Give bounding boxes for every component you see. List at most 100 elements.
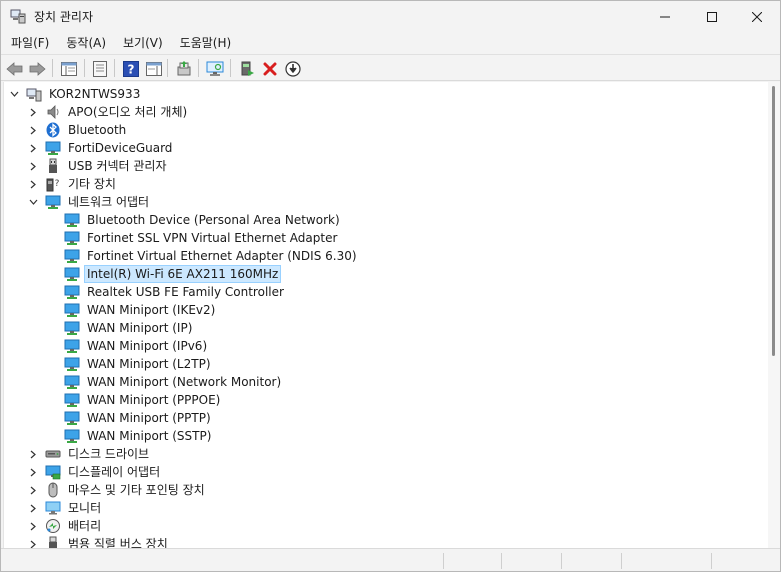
help-button[interactable]: ? bbox=[120, 58, 142, 79]
device-tree[interactable]: KOR2NTWS933 APO(오디오 처리 개체) Bluetooth For… bbox=[3, 82, 768, 548]
window-title: 장치 관리자 bbox=[34, 10, 94, 24]
scan-hardware-icon bbox=[206, 61, 224, 76]
chevron-right-icon[interactable] bbox=[27, 157, 39, 175]
network-adapter-item[interactable]: WAN Miniport (IKEv2) bbox=[64, 301, 217, 319]
network-adapter-item-selected[interactable]: Intel(R) Wi-Fi 6E AX211 160MHz bbox=[64, 265, 282, 283]
category-display-adapters[interactable]: 디스플레이 어댑터 bbox=[27, 463, 162, 481]
device-label: WAN Miniport (Network Monitor) bbox=[87, 375, 282, 389]
network-adapter-icon bbox=[64, 230, 80, 246]
device-label: WAN Miniport (SSTP) bbox=[87, 429, 212, 443]
device-manager-window: 장치 관리자 파일(F) 동작(A) 보기(V) 도움말(H) ? KOR2NT… bbox=[0, 0, 781, 572]
uninstall-device-button[interactable] bbox=[259, 58, 281, 79]
category-bluetooth[interactable]: Bluetooth bbox=[27, 121, 128, 139]
device-label: Realtek USB FE Family Controller bbox=[87, 285, 284, 299]
device-label: Fortinet Virtual Ethernet Adapter (NDIS … bbox=[87, 249, 357, 263]
category-batteries[interactable]: 배터리 bbox=[27, 517, 103, 535]
properties-icon bbox=[93, 60, 107, 77]
tree-root[interactable]: KOR2NTWS933 bbox=[8, 85, 142, 103]
close-button[interactable] bbox=[734, 1, 780, 32]
minimize-button[interactable] bbox=[642, 1, 688, 32]
computer-icon bbox=[26, 86, 42, 102]
category-fortideviceguard[interactable]: FortiDeviceGuard bbox=[27, 139, 174, 157]
chevron-down-icon[interactable] bbox=[27, 193, 39, 211]
device-label: Fortinet SSL VPN Virtual Ethernet Adapte… bbox=[87, 231, 338, 245]
help-icon: ? bbox=[123, 60, 139, 77]
network-adapter-item[interactable]: Bluetooth Device (Personal Area Network) bbox=[64, 211, 342, 229]
maximize-button[interactable] bbox=[689, 1, 735, 32]
svg-text:?: ? bbox=[128, 62, 135, 76]
chevron-right-icon[interactable] bbox=[27, 445, 39, 463]
forward-button[interactable] bbox=[26, 58, 48, 79]
network-adapter-item[interactable]: Fortinet SSL VPN Virtual Ethernet Adapte… bbox=[64, 229, 339, 247]
network-adapter-item[interactable]: WAN Miniport (PPPOE) bbox=[64, 391, 222, 409]
chevron-right-icon[interactable] bbox=[27, 481, 39, 499]
update-driver-icon bbox=[177, 60, 191, 75]
update-driver-button[interactable] bbox=[173, 58, 195, 79]
category-label: Bluetooth bbox=[68, 123, 127, 137]
toolbar-separator bbox=[114, 59, 115, 77]
network-adapter-item[interactable]: Fortinet Virtual Ethernet Adapter (NDIS … bbox=[64, 247, 359, 265]
network-adapter-icon bbox=[64, 284, 80, 300]
chevron-right-icon[interactable] bbox=[27, 103, 39, 121]
back-arrow-icon bbox=[6, 61, 23, 76]
category-monitors[interactable]: 모니터 bbox=[27, 499, 103, 517]
show-hide-console-tree-button[interactable] bbox=[58, 58, 80, 79]
unknown-device-icon: ? bbox=[45, 176, 61, 192]
network-adapter-item[interactable]: WAN Miniport (IPv6) bbox=[64, 337, 209, 355]
status-divider bbox=[711, 553, 712, 569]
category-apo[interactable]: APO(오디오 처리 개체) bbox=[27, 103, 189, 121]
device-label: WAN Miniport (IKEv2) bbox=[87, 303, 216, 317]
title-bar[interactable]: 장치 관리자 bbox=[1, 1, 780, 32]
chevron-right-icon[interactable] bbox=[27, 517, 39, 535]
network-adapter-item[interactable]: WAN Miniport (PPTP) bbox=[64, 409, 213, 427]
usb-icon bbox=[45, 158, 61, 174]
network-adapter-item[interactable]: WAN Miniport (SSTP) bbox=[64, 427, 213, 445]
uninstall-device-icon bbox=[263, 62, 277, 75]
scan-hardware-button[interactable] bbox=[204, 58, 226, 79]
menu-view[interactable]: 보기(V) bbox=[117, 32, 169, 54]
svg-text:?: ? bbox=[55, 179, 60, 189]
speaker-icon bbox=[45, 104, 61, 120]
category-label: 디스플레이 어댑터 bbox=[68, 465, 161, 479]
category-usb-devices[interactable]: 범용 직렬 버스 장치 bbox=[27, 535, 170, 548]
device-label: WAN Miniport (PPPOE) bbox=[87, 393, 221, 407]
enable-device-button[interactable] bbox=[236, 58, 258, 79]
category-usb-connector-manager[interactable]: USB 커넥터 관리자 bbox=[27, 157, 169, 175]
action-pane-button[interactable] bbox=[143, 58, 165, 79]
menu-help[interactable]: 도움말(H) bbox=[174, 32, 238, 54]
network-adapter-item[interactable]: WAN Miniport (IP) bbox=[64, 319, 194, 337]
vertical-scrollbar[interactable] bbox=[768, 82, 780, 548]
device-label: Intel(R) Wi-Fi 6E AX211 160MHz bbox=[83, 265, 282, 283]
network-adapter-item[interactable]: WAN Miniport (Network Monitor) bbox=[64, 373, 283, 391]
monitor-icon bbox=[45, 500, 61, 516]
maximize-icon bbox=[707, 11, 717, 22]
download-driver-button[interactable] bbox=[282, 58, 304, 79]
toolbar-separator bbox=[230, 59, 231, 77]
menu-file[interactable]: 파일(F) bbox=[5, 32, 55, 54]
category-label: 마우스 및 기타 포인팅 장치 bbox=[68, 483, 205, 497]
network-adapter-icon bbox=[64, 356, 80, 372]
properties-button[interactable] bbox=[89, 58, 111, 79]
chevron-right-icon[interactable] bbox=[27, 175, 39, 193]
category-label: 범용 직렬 버스 장치 bbox=[68, 537, 168, 548]
chevron-right-icon[interactable] bbox=[27, 463, 39, 481]
chevron-right-icon[interactable] bbox=[27, 499, 39, 517]
category-label: 모니터 bbox=[68, 501, 102, 515]
back-button[interactable] bbox=[4, 58, 26, 79]
chevron-right-icon[interactable] bbox=[27, 139, 39, 157]
chevron-down-icon[interactable] bbox=[8, 85, 20, 103]
disk-drive-icon bbox=[45, 446, 61, 462]
battery-icon bbox=[45, 518, 61, 534]
menu-action[interactable]: 동작(A) bbox=[60, 32, 112, 54]
network-adapter-item[interactable]: WAN Miniport (L2TP) bbox=[64, 355, 213, 373]
chevron-right-icon[interactable] bbox=[27, 121, 39, 139]
scrollbar-thumb[interactable] bbox=[772, 86, 775, 356]
category-disk-drives[interactable]: 디스크 드라이브 bbox=[27, 445, 151, 463]
category-label: FortiDeviceGuard bbox=[68, 141, 173, 155]
category-network-adapters[interactable]: 네트워크 어댑터 bbox=[27, 193, 151, 211]
category-other-devices[interactable]: ? 기타 장치 bbox=[27, 175, 118, 193]
category-mice[interactable]: 마우스 및 기타 포인팅 장치 bbox=[27, 481, 207, 499]
network-adapter-icon bbox=[64, 320, 80, 336]
network-adapter-item[interactable]: Realtek USB FE Family Controller bbox=[64, 283, 286, 301]
chevron-right-icon[interactable] bbox=[27, 535, 39, 548]
